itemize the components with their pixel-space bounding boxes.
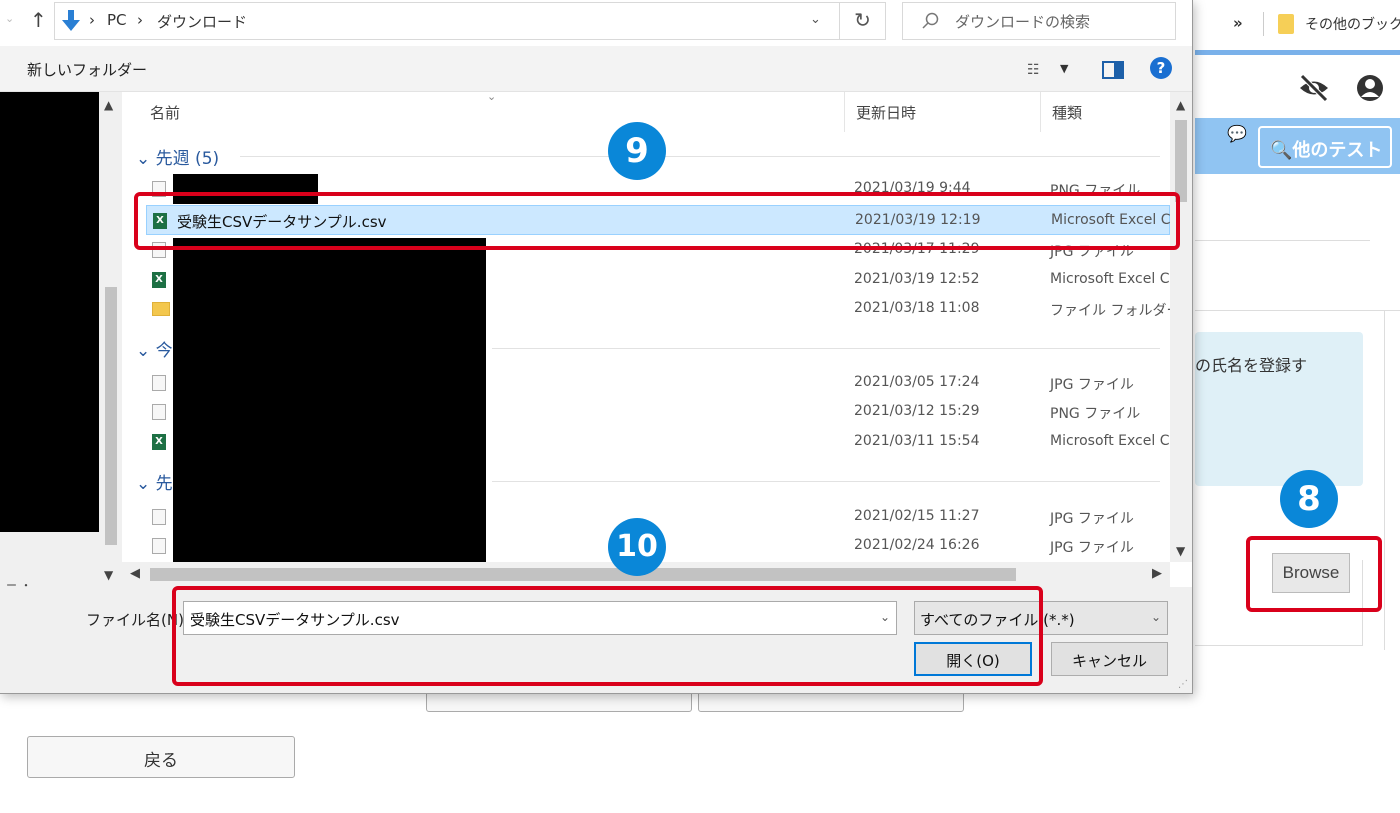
- step-badge-9: 9: [608, 122, 666, 180]
- redacted-area: [173, 238, 486, 562]
- dialog-toolbar: 新しいフォルダー ☷ ▼ ?: [0, 46, 1192, 92]
- nav-scrollbar-thumb[interactable]: [105, 287, 117, 545]
- image-file-icon: [152, 538, 166, 554]
- highlight-selected-file: [134, 192, 1180, 250]
- bookmarks-separator: [1263, 12, 1264, 36]
- file-date: 2021/03/05 17:24: [854, 374, 980, 390]
- column-separator: [844, 92, 845, 132]
- file-type: PNG ファイル: [1050, 406, 1141, 422]
- group-header-this-month[interactable]: ⌄ 今: [136, 336, 173, 361]
- file-date: 2021/03/11 15:54: [854, 433, 980, 449]
- bookmark-folder-icon: [1278, 14, 1294, 34]
- excel-file-icon: X: [152, 272, 166, 288]
- search-other-tests-label: 他のテスト: [1292, 140, 1383, 161]
- scroll-left-icon[interactable]: ◀: [130, 566, 140, 581]
- view-options-icon[interactable]: ☷: [1027, 62, 1040, 78]
- file-type: JPG ファイル: [1050, 540, 1134, 556]
- file-list-vertical-scrollbar[interactable]: ▲ ▼: [1170, 92, 1192, 562]
- nav-scroll-down-icon[interactable]: ▼: [104, 568, 113, 582]
- highlight-browse: [1246, 536, 1382, 612]
- column-header-type[interactable]: 種類: [1052, 102, 1082, 123]
- group-divider: [492, 348, 1160, 349]
- nav-scroll-up-icon[interactable]: ▲: [104, 98, 113, 112]
- group-label: 先: [155, 474, 173, 494]
- bookmarks-overflow-button[interactable]: »: [1233, 14, 1243, 32]
- preview-pane-icon[interactable]: [1102, 61, 1124, 79]
- page-header-icons: [1195, 55, 1400, 120]
- page-divider: [1195, 240, 1370, 241]
- excel-file-icon: X: [152, 434, 166, 450]
- breadcrumb-separator: ›: [89, 11, 95, 29]
- refresh-icon[interactable]: ↻: [840, 2, 886, 40]
- file-type: Microsoft Excel C: [1050, 271, 1170, 287]
- panel-border: [1384, 310, 1385, 650]
- info-text: の氏名を登録す: [1195, 356, 1308, 375]
- file-date: 2021/03/19 12:52: [854, 271, 980, 287]
- folder-icon: [152, 302, 170, 316]
- image-file-icon: [152, 509, 166, 525]
- user-account-icon[interactable]: [1355, 73, 1385, 103]
- address-bar[interactable]: › PC › ダウンロード ⌄: [54, 2, 840, 40]
- search-input[interactable]: ダウンロードの検索: [902, 2, 1176, 40]
- cancel-button[interactable]: キャンセル: [1051, 642, 1168, 676]
- page-nav-band: 💬 🔍他のテスト: [1195, 118, 1400, 174]
- file-date: 2021/03/12 15:29: [854, 403, 980, 419]
- address-dropdown-chevron-icon[interactable]: ⌄: [810, 12, 821, 27]
- view-dropdown-icon[interactable]: ▼: [1060, 62, 1068, 75]
- new-folder-button[interactable]: 新しいフォルダー: [27, 59, 147, 80]
- breadcrumb-pc[interactable]: PC: [107, 11, 127, 29]
- column-header-name[interactable]: 名前: [150, 102, 180, 123]
- search-placeholder: ダウンロードの検索: [955, 13, 1091, 31]
- bookmark-folder-other[interactable]: その他のブック: [1305, 14, 1400, 34]
- file-date: 2021/03/18 11:08: [854, 300, 980, 316]
- page-divider: [1195, 310, 1400, 311]
- eye-slash-icon[interactable]: [1297, 73, 1331, 103]
- downloads-icon: [62, 10, 80, 31]
- search-other-tests-button[interactable]: 🔍他のテスト: [1258, 126, 1392, 168]
- search-icon: [922, 12, 939, 29]
- redacted-area: [0, 92, 99, 532]
- file-date: 2021/02/24 16:26: [854, 537, 980, 553]
- back-button[interactable]: 戻る: [27, 736, 295, 778]
- chat-icon[interactable]: 💬: [1227, 124, 1247, 143]
- navigation-pane: ▲ ▼ ー ・: [0, 92, 122, 592]
- group-label: 先週 (5): [155, 149, 220, 169]
- group-divider: [492, 481, 1160, 482]
- file-date: 2021/02/15 11:27: [854, 508, 980, 524]
- address-row: ⌄ ↑ › PC › ダウンロード ⌄ ↻ ダウンロードの検索: [0, 0, 1192, 46]
- group-divider: [240, 156, 1160, 157]
- resize-grip-icon[interactable]: ⋰: [1178, 679, 1188, 690]
- breadcrumb-separator: ›: [137, 11, 143, 29]
- image-file-icon: [152, 375, 166, 391]
- scroll-down-icon[interactable]: ▼: [1176, 544, 1185, 558]
- file-type: Microsoft Excel C: [1050, 433, 1170, 449]
- recent-locations-chevron-icon[interactable]: ⌄: [5, 12, 14, 25]
- file-type: JPG ファイル: [1050, 511, 1134, 527]
- file-type: ファイル フォルダー: [1050, 303, 1170, 319]
- breadcrumb-downloads[interactable]: ダウンロード: [157, 11, 247, 32]
- group-label: 今: [155, 341, 173, 361]
- column-header-date[interactable]: 更新日時: [856, 102, 916, 123]
- group-header-earlier[interactable]: ⌄ 先: [136, 469, 173, 494]
- bookmarks-bar: » その他のブック: [1195, 0, 1400, 50]
- help-icon[interactable]: ?: [1150, 57, 1172, 79]
- scroll-right-icon[interactable]: ▶: [1152, 566, 1162, 581]
- scroll-up-icon[interactable]: ▲: [1176, 98, 1185, 112]
- column-separator: [1040, 92, 1041, 132]
- image-file-icon: [152, 404, 166, 420]
- step-badge-10: 10: [608, 518, 666, 576]
- up-arrow-icon[interactable]: ↑: [30, 8, 47, 32]
- highlight-open-area: [172, 586, 1043, 686]
- step-badge-8: 8: [1280, 470, 1338, 528]
- sort-chevron-icon: ⌄: [487, 92, 497, 103]
- vertical-scroll-thumb[interactable]: [1175, 120, 1187, 202]
- group-header-last-week[interactable]: ⌄ 先週 (5): [136, 144, 219, 169]
- info-box: の氏名を登録す: [1195, 332, 1363, 486]
- file-type: JPG ファイル: [1050, 377, 1134, 393]
- filetype-dropdown-chevron-icon[interactable]: ⌄: [1151, 610, 1161, 624]
- horizontal-scroll-thumb[interactable]: [150, 568, 1016, 581]
